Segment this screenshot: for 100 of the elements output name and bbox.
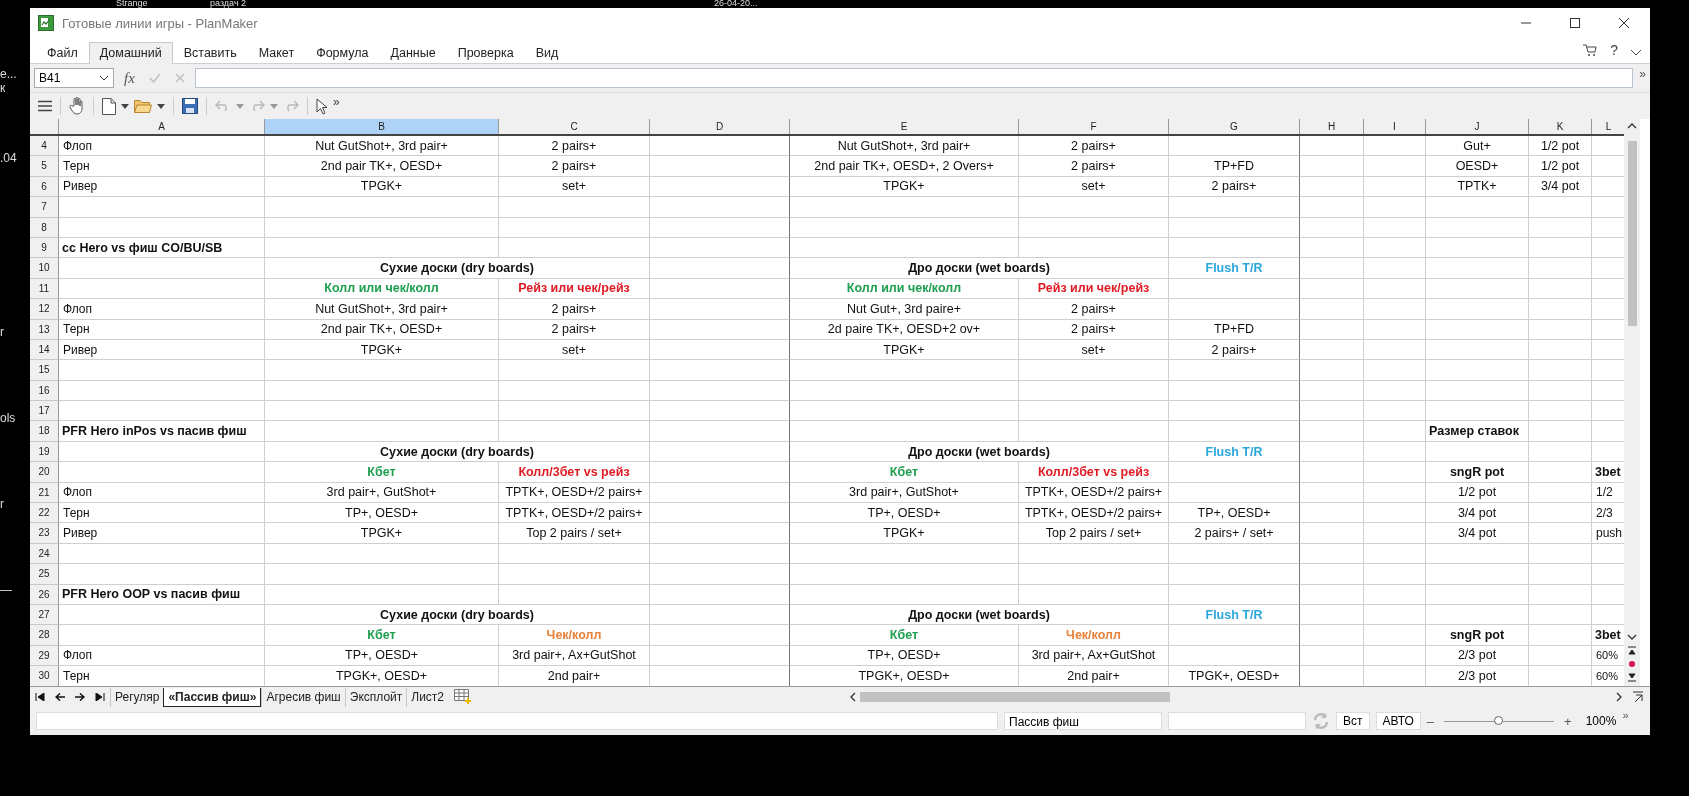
row-header[interactable]: 10	[30, 258, 59, 279]
row-header[interactable]: 18	[30, 421, 59, 442]
table-cell: 3/4 pot	[1426, 503, 1529, 524]
insert-mode-indicator[interactable]: Вст	[1336, 712, 1370, 730]
maximize-icon[interactable]	[1569, 17, 1581, 29]
column-heading: Колл или чек/колл	[265, 278, 499, 300]
toolbar-more-button[interactable]: »	[333, 95, 340, 109]
folder-icon[interactable]	[134, 99, 152, 113]
empty-cell	[1364, 339, 1426, 361]
row-header[interactable]: 14	[30, 339, 59, 361]
row-header[interactable]: 12	[30, 299, 59, 320]
row-header[interactable]: 9	[30, 237, 59, 259]
empty-cell	[1364, 421, 1426, 442]
menu-icon[interactable]	[38, 100, 52, 112]
row-header[interactable]: 22	[30, 503, 59, 524]
column-header[interactable]: F	[1019, 119, 1169, 134]
dot-icon[interactable]	[1629, 661, 1635, 667]
scroll-down-icon[interactable]	[1627, 634, 1637, 640]
column-heading: Колл/3бет vs рейз	[499, 462, 650, 483]
cart-icon[interactable]	[1582, 43, 1599, 57]
scroll-left-icon[interactable]	[850, 692, 856, 702]
formula-input[interactable]	[194, 68, 1634, 88]
function-button[interactable]: fx	[124, 69, 135, 87]
row-header[interactable]: 4	[30, 136, 59, 157]
row-header[interactable]: 29	[30, 645, 59, 667]
row-header[interactable]: 30	[30, 666, 59, 686]
column-header[interactable]: D	[650, 119, 790, 134]
menu-tab[interactable]: Проверка	[446, 42, 525, 64]
empty-cell	[1529, 299, 1592, 320]
table-cell: OESD+	[1426, 156, 1529, 177]
table-cell: 2 pairs+	[499, 136, 650, 157]
scroll-up-icon[interactable]	[1627, 123, 1637, 129]
page-down-icon[interactable]	[1628, 673, 1636, 682]
hand-icon[interactable]	[69, 97, 85, 115]
menu-tab[interactable]: Вставить	[172, 42, 248, 64]
column-header[interactable]: K	[1529, 119, 1592, 134]
table-cell: 2 pairs+	[1169, 176, 1300, 198]
chevron-down-icon[interactable]	[1630, 49, 1642, 57]
column-header[interactable]: E	[790, 119, 1019, 134]
row-header[interactable]: 8	[30, 217, 59, 238]
row-header[interactable]: 25	[30, 564, 59, 585]
split-icon[interactable]	[1632, 691, 1644, 703]
column-header[interactable]: G	[1169, 119, 1300, 134]
column-heading: sngR pot	[1426, 462, 1529, 483]
empty-cell	[1300, 217, 1364, 238]
row-label: Терн	[59, 319, 265, 340]
menu-tab[interactable]: Файл	[36, 42, 89, 64]
caret-icon[interactable]	[121, 103, 129, 109]
close-icon[interactable]	[1618, 17, 1630, 29]
table-cell: 2 pairs+	[499, 156, 650, 177]
caret-icon[interactable]	[157, 103, 165, 109]
scrollbar-thumb[interactable]	[860, 692, 1170, 702]
scroll-right-icon[interactable]	[1616, 692, 1622, 702]
table-cell: 2 pairs+	[1169, 339, 1300, 361]
row-header[interactable]: 23	[30, 523, 59, 544]
scrollbar-thumb[interactable]	[1627, 141, 1637, 326]
row-header[interactable]: 16	[30, 380, 59, 402]
row-header[interactable]: 11	[30, 278, 59, 300]
column-header[interactable]: J	[1426, 119, 1529, 134]
menu-tab[interactable]: Вид	[524, 42, 570, 64]
column-header[interactable]: H	[1300, 119, 1364, 134]
page-up-icon[interactable]	[1628, 646, 1636, 655]
name-box[interactable]: B41	[34, 68, 114, 88]
column-header[interactable]: B	[265, 119, 499, 134]
menu-tab[interactable]: Данные	[379, 42, 447, 64]
row-header[interactable]: 24	[30, 543, 59, 565]
column-header[interactable]: I	[1364, 119, 1426, 134]
help-button[interactable]: ?	[1610, 42, 1618, 58]
expand-button[interactable]: »	[1639, 67, 1646, 81]
table-cell: 1/2 pot	[1529, 156, 1592, 177]
calc-mode-indicator[interactable]: АВТО	[1375, 712, 1421, 730]
zoom-in-button[interactable]: +	[1564, 713, 1572, 729]
row-header[interactable]: 5	[30, 156, 59, 177]
row-header[interactable]: 27	[30, 605, 59, 626]
column-header[interactable]: C	[499, 119, 650, 134]
row-header[interactable]: 7	[30, 197, 59, 218]
pointer-icon[interactable]	[316, 97, 328, 115]
slider-thumb[interactable]	[1494, 715, 1504, 725]
menu-tab[interactable]: Домашний	[88, 42, 173, 64]
table-cell: 3rd pair+, Ax+GutShot	[499, 645, 650, 667]
add-sheet-icon[interactable]	[454, 689, 473, 705]
new-document-icon[interactable]	[102, 97, 116, 115]
row-header[interactable]: 15	[30, 360, 59, 381]
row-header[interactable]: 20	[30, 462, 59, 483]
row-header[interactable]: 21	[30, 482, 59, 504]
row-header[interactable]: 26	[30, 584, 59, 605]
row-header[interactable]: 17	[30, 401, 59, 422]
row-header[interactable]: 13	[30, 319, 59, 340]
menu-tab[interactable]: Формула	[305, 42, 380, 64]
save-icon[interactable]	[182, 98, 198, 114]
desktop-text: r	[0, 498, 4, 511]
row-header[interactable]: 6	[30, 176, 59, 198]
row-header[interactable]: 28	[30, 625, 59, 646]
sheet-tab[interactable]: «Пассив фиш»	[163, 687, 262, 707]
check-icon[interactable]	[148, 72, 161, 84]
status-more-button[interactable]: »	[1622, 709, 1629, 721]
zoom-out-button[interactable]: –	[1426, 713, 1435, 729]
row-header[interactable]: 19	[30, 441, 59, 463]
column-heading: Кбет	[265, 625, 499, 646]
menu-tab[interactable]: Макет	[247, 42, 306, 64]
